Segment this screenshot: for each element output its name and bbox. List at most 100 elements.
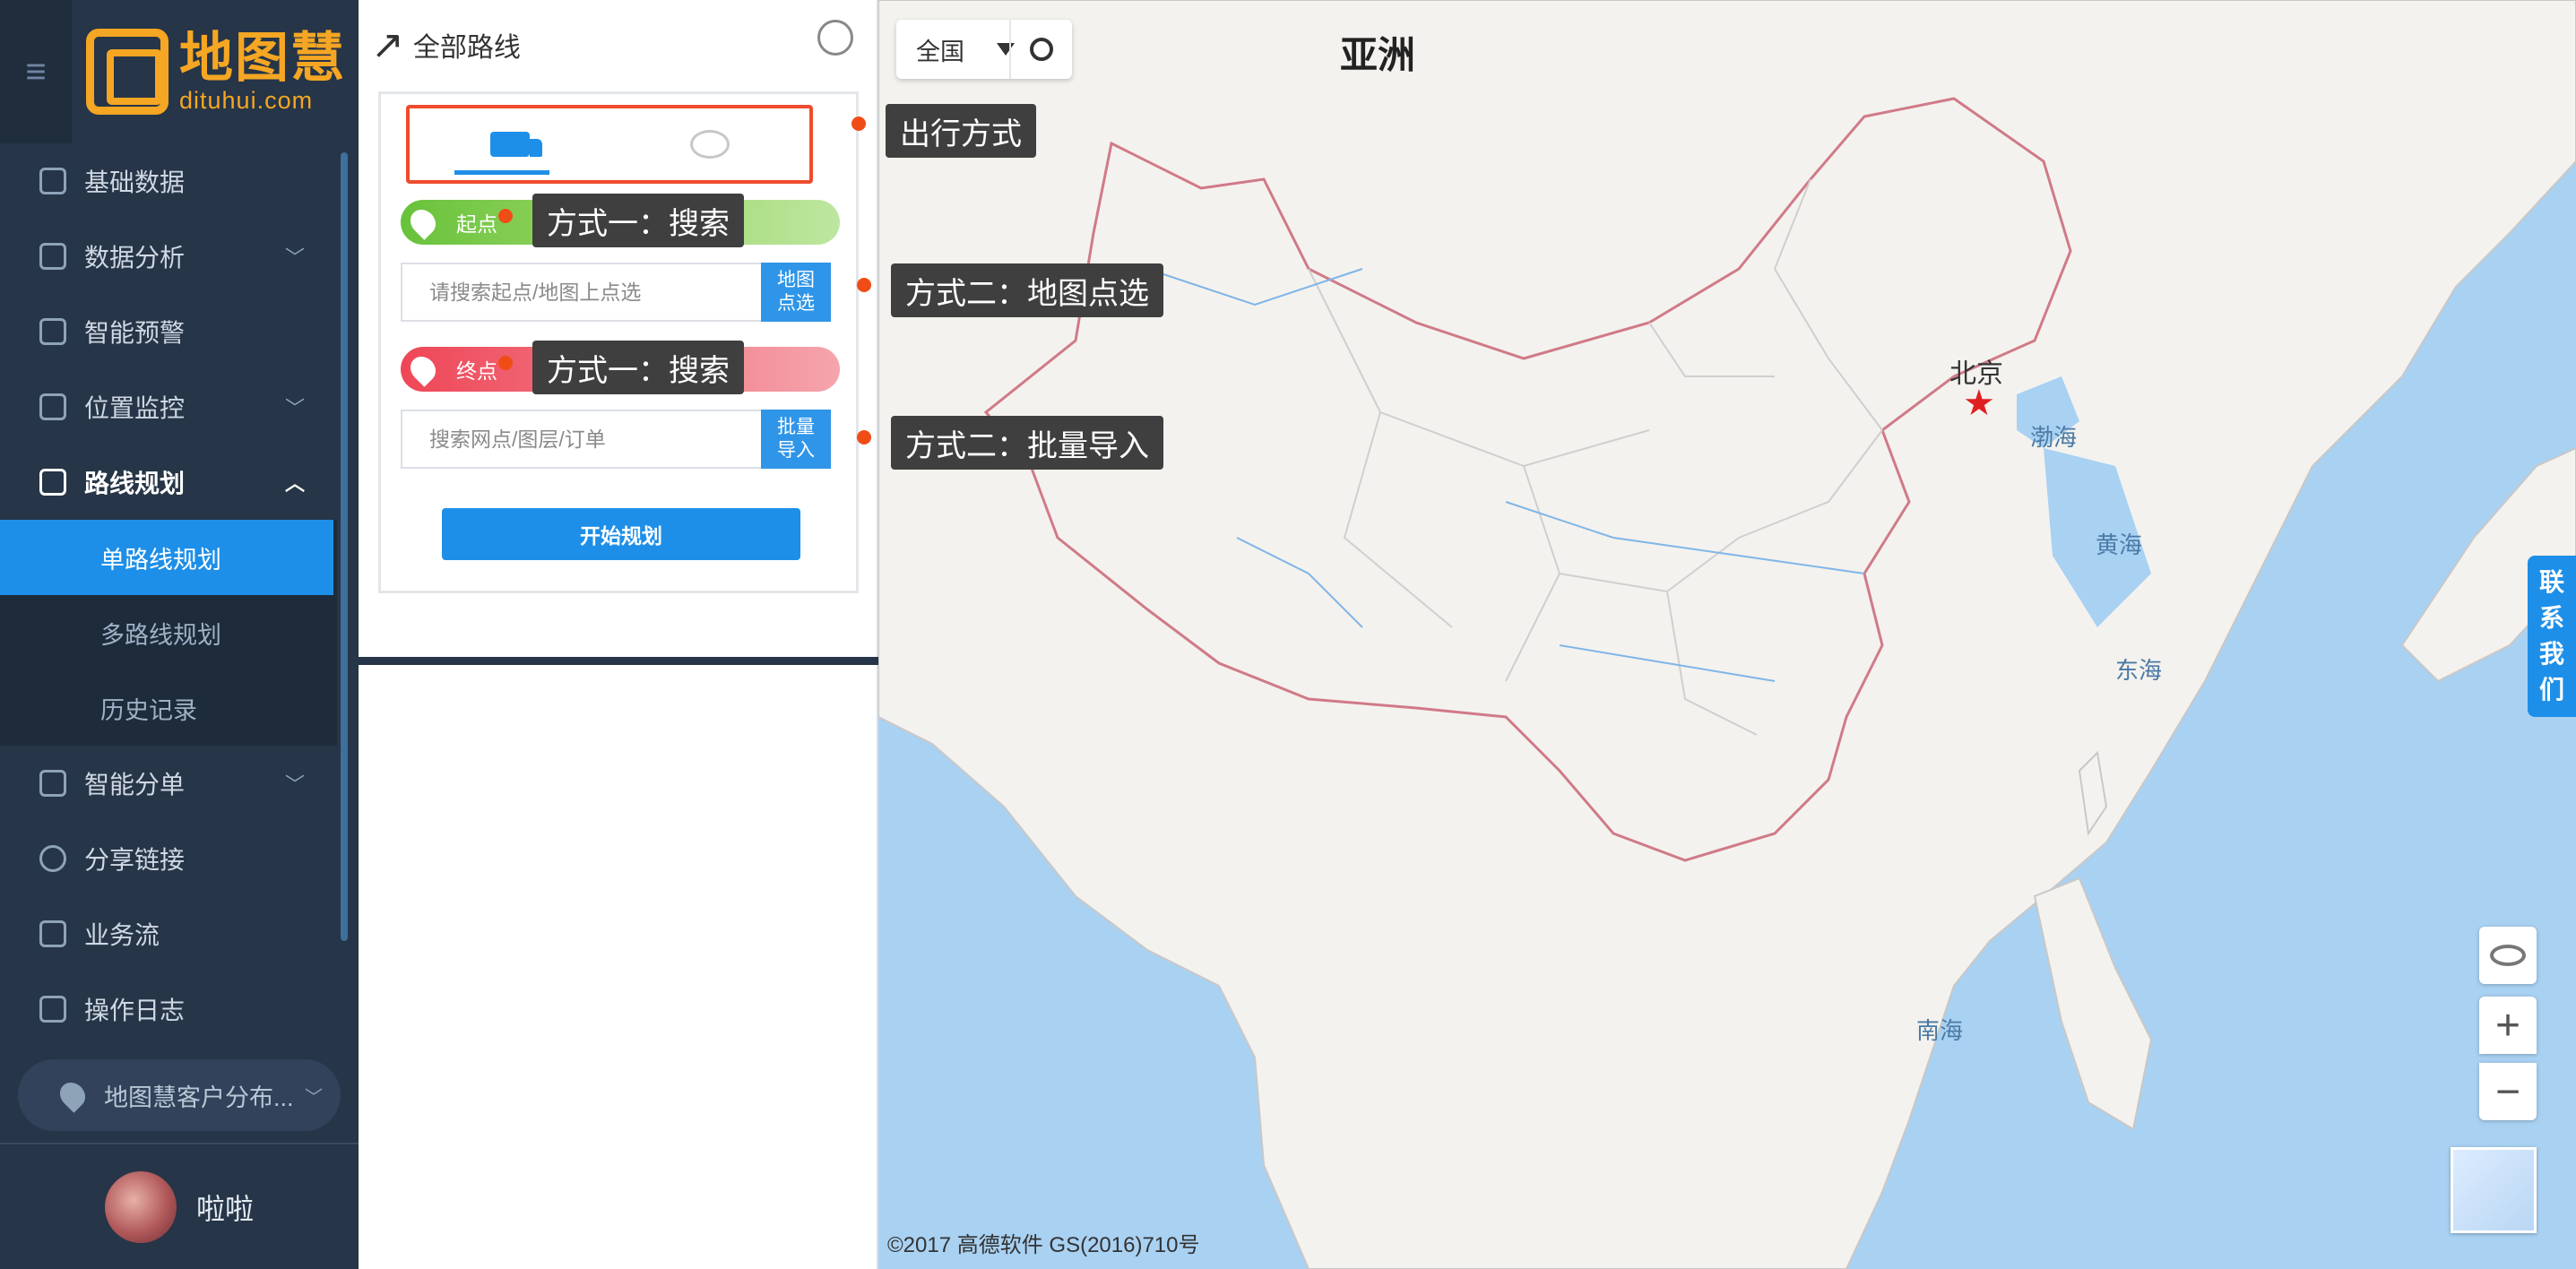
start-input[interactable] — [401, 263, 761, 322]
chevron-down-icon: ﹀ — [284, 773, 305, 796]
sidebar-item-label: 数据分析 — [84, 244, 186, 272]
truck-icon — [489, 132, 542, 157]
menu-toggle-icon[interactable]: ≡ — [0, 0, 72, 143]
plus-icon: + — [2494, 1001, 2521, 1049]
sidebar-scrollbar[interactable] — [341, 152, 348, 941]
panel-divider — [359, 657, 878, 665]
avatar[interactable] — [104, 1170, 177, 1243]
end-input-row: 批量导入 — [401, 410, 831, 469]
map-pick-button[interactable]: 地图点选 — [761, 263, 831, 322]
customer-selector[interactable]: 地图慧客户分布... ﹀ — [18, 1059, 341, 1131]
share-icon — [39, 845, 66, 872]
end-input[interactable] — [401, 410, 761, 469]
user-profile[interactable]: 啦啦 — [0, 1143, 359, 1269]
zoom-in-button[interactable]: + — [2479, 997, 2537, 1054]
callout-end-search: 方式一：搜索 — [532, 341, 744, 394]
sidebar-item-label: 操作日志 — [84, 997, 186, 1024]
start-label: 起点 — [456, 212, 497, 236]
database-icon — [39, 168, 66, 194]
capital-star-icon: ★ — [1963, 384, 1995, 423]
chevron-up-icon: ︿ — [284, 472, 305, 495]
sidebar-subitem-multi-route[interactable]: 多路线规划 — [0, 595, 337, 670]
sidebar-item-label: 基础数据 — [84, 168, 186, 196]
route-planning-submenu: 单路线规划 多路线规划 历史记录 — [0, 520, 337, 746]
history-icon[interactable] — [817, 20, 853, 56]
callout-start-map-pick: 方式二：地图点选 — [891, 263, 1163, 317]
logo[interactable]: 地图慧 dituhui.com — [86, 29, 346, 115]
end-label: 终点 — [456, 359, 497, 383]
sidebar-subitem-history[interactable]: 历史记录 — [0, 670, 337, 746]
sidebar: ≡ 地图慧 dituhui.com 基础数据 数据分析 ﹀ 智能预警 位置监控 ﹀ … — [0, 0, 359, 1269]
chevron-down-icon: ﹀ — [284, 397, 305, 419]
map-layer-thumbnail[interactable] — [2451, 1147, 2537, 1233]
sidebar-menu: 基础数据 数据分析 ﹀ 智能预警 位置监控 ﹀ 路线规划 ︿ 单路线规划 多路线规划 … — [0, 143, 337, 1047]
philippines — [2033, 876, 2153, 1131]
sidebar-item-alert[interactable]: 智能预警 — [0, 294, 337, 369]
region-selector[interactable]: 全国 — [896, 20, 1072, 79]
eye-icon — [2490, 945, 2526, 966]
sidebar-item-base-data[interactable]: 基础数据 — [0, 143, 337, 219]
sidebar-item-route-planning[interactable]: 路线规划 ︿ — [0, 445, 337, 520]
customer-selector-label: 地图慧客户分布... — [104, 1083, 294, 1111]
panel-header: ↗ 全部路线 — [359, 0, 877, 90]
sea-label: 东海 — [2115, 657, 2163, 684]
zoom-out-button[interactable]: − — [2479, 1063, 2537, 1120]
callout-end-batch-import: 方式二：批量导入 — [891, 416, 1163, 470]
order-icon — [39, 770, 66, 797]
contact-char: 们 — [2538, 676, 2564, 704]
callout-dot — [498, 356, 513, 370]
sea-label: 南海 — [1916, 1017, 1964, 1044]
land-mass — [878, 0, 2576, 1269]
tab-truck[interactable] — [410, 108, 609, 180]
chevron-down-icon: ﹀ — [305, 1087, 323, 1108]
start-planning-button[interactable]: 开始规划 — [442, 508, 800, 560]
map-visibility-button[interactable] — [2479, 927, 2537, 984]
route-arrow-icon: ↗ — [371, 22, 404, 67]
start-input-row: 地图点选 — [401, 263, 831, 322]
tab-bicycle[interactable] — [609, 108, 809, 180]
callout-start-search: 方式一：搜索 — [532, 194, 744, 247]
sidebar-item-workflow[interactable]: 业务流 — [0, 896, 337, 971]
contact-char: 我 — [2538, 640, 2564, 668]
sidebar-item-smart-dispatch[interactable]: 智能分单 ﹀ — [0, 746, 337, 821]
callout-dot — [857, 430, 871, 445]
callout-travel-mode: 出行方式 — [886, 104, 1036, 158]
map-base — [878, 0, 2576, 1269]
chevron-down-icon: ﹀ — [284, 246, 305, 269]
sidebar-item-label: 业务流 — [84, 921, 160, 949]
search-icon — [1030, 38, 1053, 61]
sidebar-header: ≡ 地图慧 dituhui.com — [0, 0, 359, 143]
start-pin-icon — [405, 204, 441, 240]
sidebar-item-label: 路线规划 — [84, 470, 186, 497]
sidebar-item-operation-log[interactable]: 操作日志 — [0, 971, 337, 1047]
sidebar-item-label: 智能预警 — [84, 319, 186, 347]
region-label: 全国 — [916, 38, 964, 65]
batch-import-button[interactable]: 批量导入 — [761, 410, 831, 469]
map-canvas[interactable]: 全国 亚洲 北京 ★ 渤海 黄海 东海 南海 联 系 我 们 + − ©2017… — [878, 0, 2576, 1269]
sidebar-item-label: 位置监控 — [84, 394, 186, 422]
sidebar-item-data-analysis[interactable]: 数据分析 ﹀ — [0, 219, 337, 294]
contact-char: 联 — [2538, 568, 2564, 596]
logo-domain: dituhui.com — [179, 86, 314, 114]
callout-dot — [851, 117, 866, 131]
map-pin-icon — [55, 1077, 91, 1113]
logo-name: 地图慧 — [179, 27, 346, 88]
route-panel: ↗ 全部路线 起点 地图点选 终点 批量导入 — [359, 0, 878, 1269]
sidebar-item-share-link[interactable]: 分享链接 — [0, 821, 337, 896]
location-icon — [39, 393, 66, 420]
chart-icon — [39, 243, 66, 270]
contact-us-button[interactable]: 联 系 我 们 — [2528, 556, 2576, 717]
end-pin-icon — [405, 351, 441, 387]
travel-mode-tabs — [406, 105, 813, 184]
sea-label: 黄海 — [2096, 531, 2143, 558]
map-copyright: ©2017 高德软件 GS(2016)710号 — [887, 1233, 1200, 1257]
sidebar-item-location-monitor[interactable]: 位置监控 ﹀ — [0, 369, 337, 445]
flow-icon — [39, 920, 66, 947]
callout-dot — [498, 209, 513, 223]
map-search-button[interactable] — [1009, 20, 1072, 79]
logo-mark-icon — [86, 29, 169, 115]
sidebar-subitem-single-route[interactable]: 单路线规划 — [0, 520, 333, 595]
contact-char: 系 — [2538, 604, 2564, 632]
sea-label: 渤海 — [2030, 424, 2078, 451]
alert-icon — [39, 318, 66, 345]
